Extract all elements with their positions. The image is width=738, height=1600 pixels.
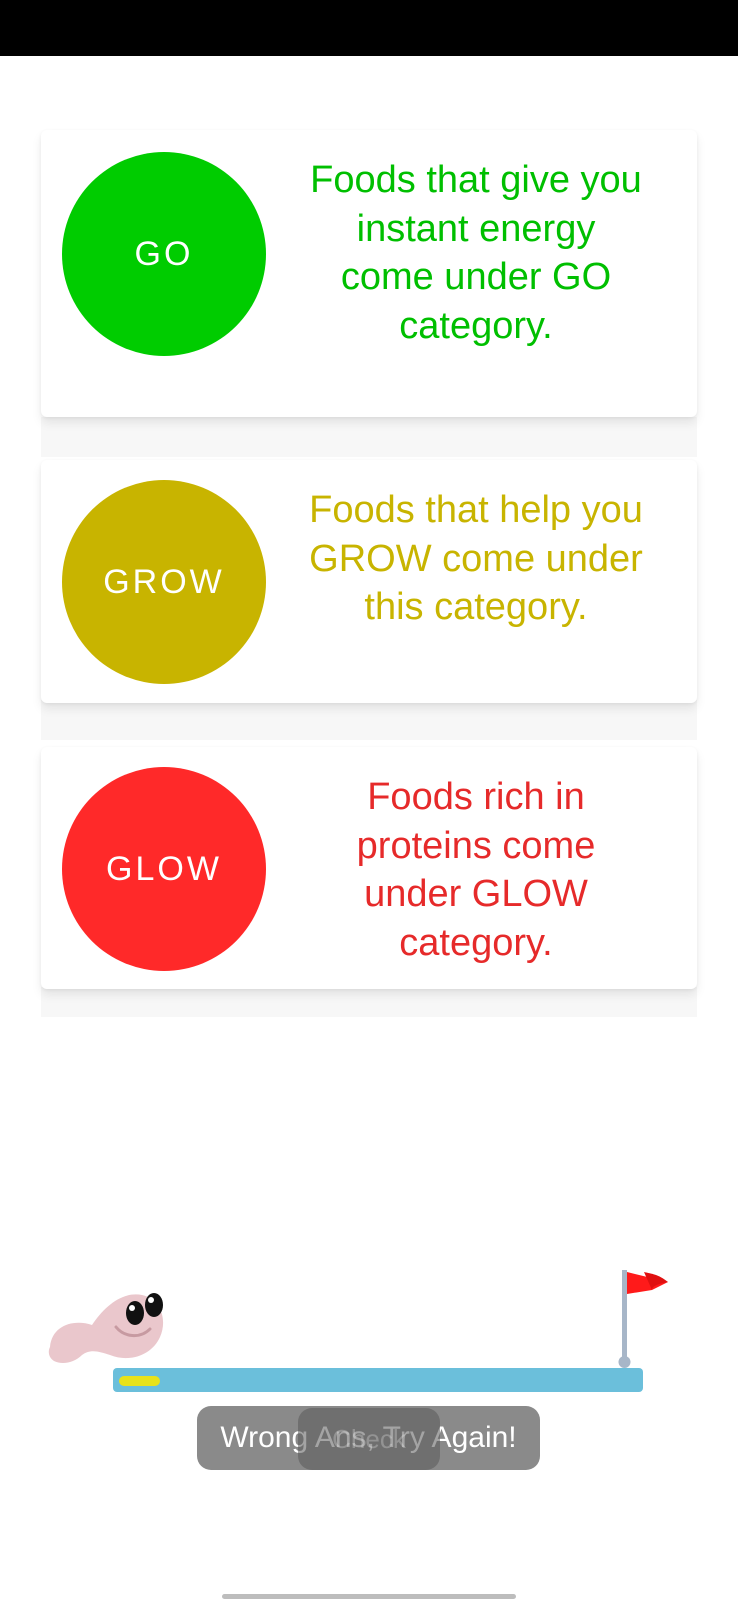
card-gap bbox=[41, 700, 697, 740]
worm-mascot-icon bbox=[48, 1293, 164, 1363]
glow-description: Foods rich in proteins come under GLOW c… bbox=[356, 776, 596, 964]
glow-circle-button[interactable]: GLOW bbox=[62, 767, 266, 971]
glow-card[interactable]: GLOW Foods rich in proteins come under G… bbox=[41, 747, 697, 989]
card-gap bbox=[41, 417, 697, 457]
home-indicator bbox=[222, 1594, 516, 1599]
go-circle-button[interactable]: GO bbox=[62, 152, 266, 356]
grow-card[interactable]: GROW Foods that help you GROW come under… bbox=[41, 460, 697, 703]
check-button[interactable]: Check bbox=[298, 1408, 440, 1470]
grow-description: Foods that help you GROW come under this… bbox=[309, 489, 643, 628]
progress-fill bbox=[119, 1376, 160, 1386]
grow-label: GROW bbox=[103, 562, 225, 601]
go-description: Foods that give you instant energy come … bbox=[310, 159, 642, 347]
go-card[interactable]: GO Foods that give you instant energy co… bbox=[41, 130, 697, 417]
grow-circle-button[interactable]: GROW bbox=[62, 480, 266, 684]
glow-label: GLOW bbox=[106, 849, 222, 888]
progress-track bbox=[113, 1368, 643, 1392]
go-label: GO bbox=[134, 234, 194, 273]
red-flag-icon bbox=[618, 1270, 668, 1368]
status-bar bbox=[0, 0, 738, 56]
card-gap bbox=[41, 987, 697, 1017]
